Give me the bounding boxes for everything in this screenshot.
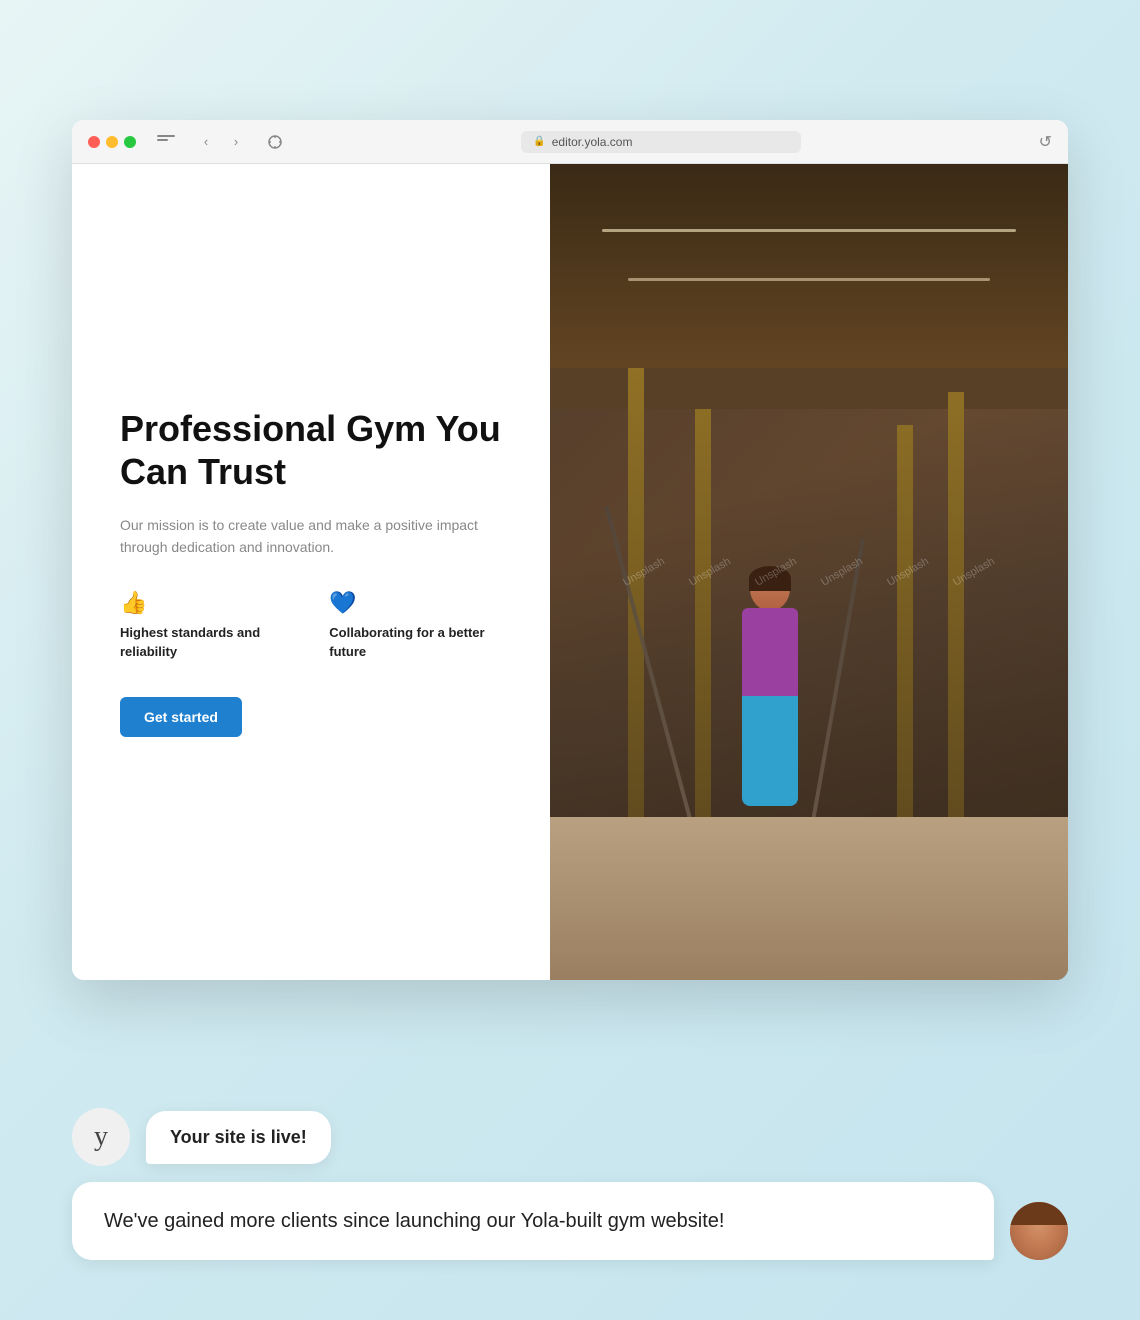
website-left-panel: Professional Gym You Can Trust Our missi… bbox=[72, 164, 550, 980]
reload-button[interactable]: ↺ bbox=[1039, 132, 1052, 152]
user-avatar bbox=[1010, 1202, 1068, 1260]
chat-area: y Your site is live! We've gained more c… bbox=[72, 1108, 1068, 1260]
feature-item-1: 👍 Highest standards and reliability bbox=[120, 590, 297, 660]
hero-title: Professional Gym You Can Trust bbox=[120, 407, 502, 493]
yola-logo: y bbox=[72, 1108, 130, 1166]
forward-button[interactable]: › bbox=[222, 128, 250, 156]
watermark-text-6: Unsplash bbox=[932, 533, 1015, 611]
brightness-icon bbox=[266, 133, 284, 151]
avatar-hair bbox=[1010, 1202, 1068, 1225]
gym-image: Unsplash Unsplash Unsplash Unsplash Unsp… bbox=[550, 164, 1068, 980]
hero-description: Our mission is to create value and make … bbox=[120, 514, 502, 559]
notification-bubble: Your site is live! bbox=[146, 1111, 331, 1164]
back-button[interactable]: ‹ bbox=[192, 128, 220, 156]
feature-item-2: 💙 Collaborating for a better future bbox=[329, 590, 502, 660]
sidebar-toggle-button[interactable] bbox=[152, 128, 180, 156]
browser-window: ‹ › 🔒 editor.yola.com ↺ Professional Gym… bbox=[72, 120, 1068, 980]
testimonial-bubble: We've gained more clients since launchin… bbox=[72, 1182, 994, 1260]
notification-row: y Your site is live! bbox=[72, 1108, 1068, 1166]
testimonial-row: We've gained more clients since launchin… bbox=[72, 1182, 1068, 1260]
nav-arrows: ‹ › bbox=[192, 128, 250, 156]
browser-chrome: ‹ › 🔒 editor.yola.com ↺ bbox=[72, 120, 1068, 164]
traffic-lights bbox=[88, 136, 136, 148]
address-bar-container: 🔒 editor.yola.com bbox=[296, 131, 1027, 153]
maximize-button[interactable] bbox=[124, 136, 136, 148]
features-row: 👍 Highest standards and reliability 💙 Co… bbox=[120, 590, 502, 660]
lock-icon: 🔒 bbox=[533, 136, 545, 147]
feature-label-2: Collaborating for a better future bbox=[329, 624, 502, 660]
website-right-panel: Unsplash Unsplash Unsplash Unsplash Unsp… bbox=[550, 164, 1068, 980]
thumbsup-icon: 👍 bbox=[120, 590, 297, 616]
heart-icon: 💙 bbox=[329, 590, 502, 616]
url-text: editor.yola.com bbox=[552, 135, 633, 149]
website-content: Professional Gym You Can Trust Our missi… bbox=[72, 164, 1068, 980]
watermark: Unsplash Unsplash Unsplash Unsplash Unsp… bbox=[550, 164, 1068, 980]
close-button[interactable] bbox=[88, 136, 100, 148]
feature-label-1: Highest standards and reliability bbox=[120, 624, 297, 660]
minimize-button[interactable] bbox=[106, 136, 118, 148]
address-bar[interactable]: 🔒 editor.yola.com bbox=[521, 131, 801, 153]
avatar-face bbox=[1010, 1202, 1068, 1260]
get-started-button[interactable]: Get started bbox=[120, 697, 242, 737]
